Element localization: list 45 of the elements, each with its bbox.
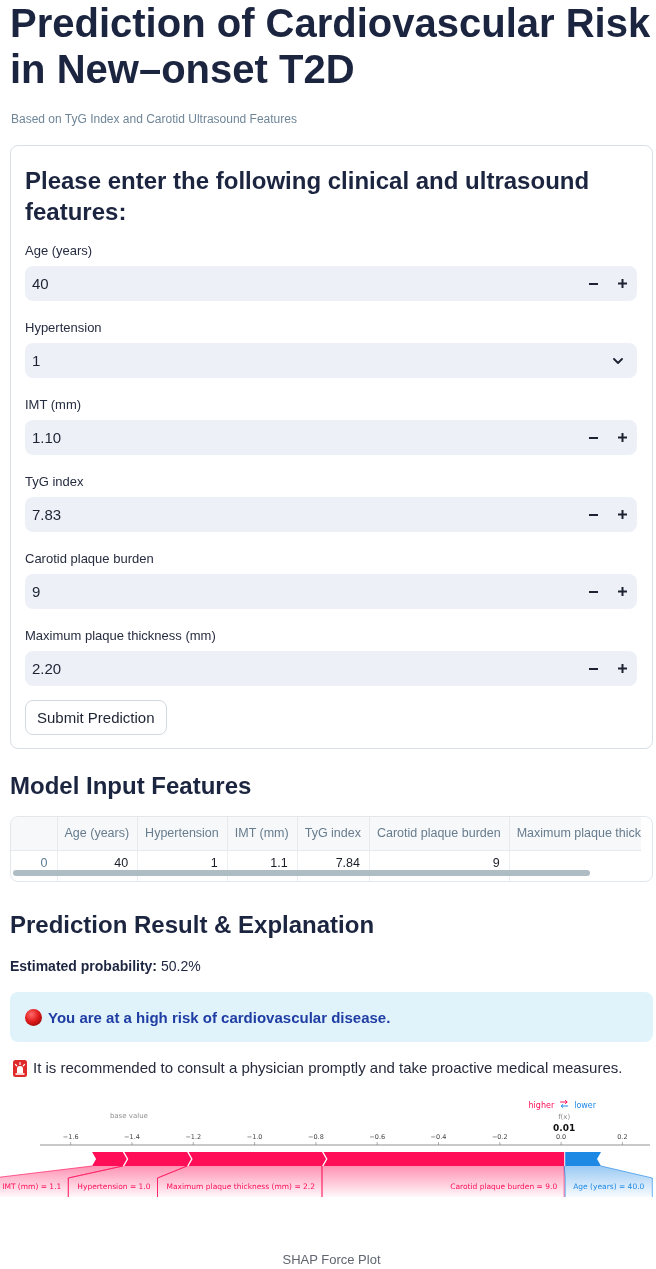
output-value: 0.01 [553, 1123, 576, 1133]
column-header: Hypertension [137, 817, 228, 850]
field-label: IMT (mm) [25, 396, 83, 414]
legend-label: lower [574, 1101, 597, 1110]
field-label: Age (years) [25, 242, 94, 260]
minus-icon [589, 282, 598, 285]
submit-button[interactable]: Submit Prediction [25, 700, 167, 735]
plus-icon [618, 433, 627, 442]
number-input[interactable]: 9 [25, 574, 637, 609]
page-subtitle: Based on TyG Index and Carotid Ultrasound Features [11, 111, 298, 127]
field-label: Carotid plaque burden [25, 550, 155, 568]
number-input[interactable]: 40 [25, 266, 637, 301]
page-title: Prediction of Cardiovascular Risk in New–onset T2D [10, 0, 652, 92]
field-label: Hypertension [25, 319, 103, 337]
minus-icon [589, 436, 598, 439]
recommendation-text: It is recommended to consult a physician promptly and take proactive medical measures. [33, 1058, 623, 1078]
minus-icon [589, 513, 598, 516]
column-header: Age (years) [57, 817, 138, 850]
swap-arrows-icon [559, 1099, 569, 1109]
form-heading: Please enter the following clinical and ultrasound features: [25, 166, 591, 227]
column-header: Carotid plaque burden [369, 817, 510, 850]
plus-icon [618, 587, 627, 596]
legend-label: higher [528, 1101, 555, 1110]
number-input[interactable]: 7.83 [25, 497, 637, 532]
plus-icon [618, 510, 627, 519]
number-input[interactable]: 1.10 [25, 420, 637, 455]
plus-icon [618, 279, 627, 288]
alert-message: You are at a high risk of cardiovascular disease. [48, 1008, 391, 1026]
section-heading: Model Input Features [10, 771, 253, 801]
minus-icon [589, 667, 598, 670]
column-header: Maximum plaque thick [509, 817, 642, 850]
number-input[interactable]: 2.20 [25, 651, 637, 686]
probability-text: Estimated probability: 50.2% [10, 957, 202, 976]
field-label: Maximum plaque thickness (mm) [25, 627, 217, 645]
column-header: IMT (mm) [227, 817, 298, 850]
plus-icon [618, 664, 627, 673]
siren-icon [13, 1059, 27, 1077]
plot-caption: SHAP Force Plot [281, 1251, 382, 1269]
chevron-down-icon [613, 357, 623, 364]
field-label: TyG index [25, 473, 85, 491]
select-field[interactable]: 1 [25, 343, 637, 378]
minus-icon [589, 590, 598, 593]
section-heading: Prediction Result & Explanation [10, 910, 376, 940]
alert-dot-icon [25, 1008, 42, 1026]
column-header: TyG index [297, 817, 370, 850]
